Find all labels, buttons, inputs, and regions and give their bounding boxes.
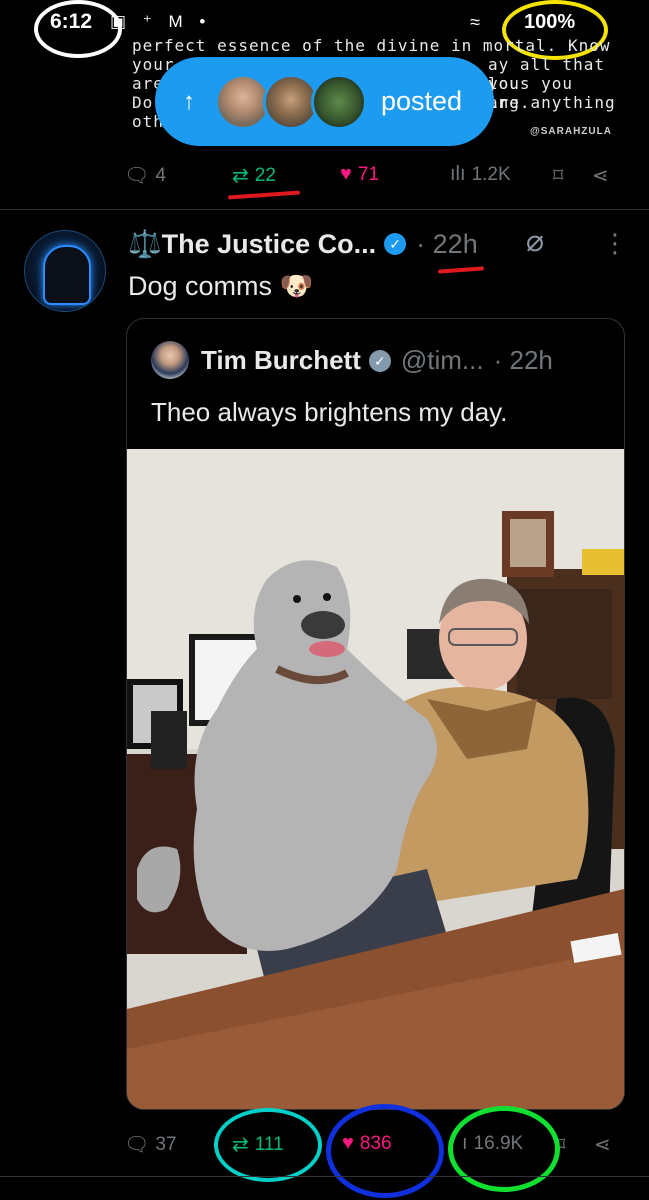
reply-icon: 🗨︎ bbox=[124, 165, 150, 187]
posted-label: posted bbox=[381, 86, 463, 116]
views-icon: ılı bbox=[450, 163, 466, 185]
photo-dog-and-man bbox=[127, 449, 624, 1109]
annotation-circle-views bbox=[448, 1106, 560, 1192]
verified-badge-icon: ✓ bbox=[384, 233, 407, 255]
poster-avatars bbox=[215, 73, 367, 130]
repost-button[interactable]: ⇄ 22 bbox=[232, 163, 276, 188]
avatar[interactable] bbox=[24, 230, 106, 312]
more-options-icon[interactable]: ⋮ bbox=[602, 228, 628, 259]
avatar bbox=[151, 341, 189, 379]
share-button[interactable]: ⋖ bbox=[594, 1132, 611, 1157]
reply-button[interactable]: 🗨︎ 4 bbox=[124, 163, 166, 188]
quoted-tweet[interactable]: Tim Burchett ✓ @tim... · 22h Theo always… bbox=[126, 318, 625, 1110]
quoted-handle: @tim... bbox=[400, 345, 484, 375]
notification-icons: ▣ ⁺ M • bbox=[110, 12, 212, 31]
bookmark-icon: ⌑ bbox=[553, 165, 564, 187]
verified-badge-icon: ✓ bbox=[368, 349, 391, 372]
image-text-right-3: ing anything bbox=[488, 93, 616, 112]
bookmark-button[interactable]: ⌑ bbox=[553, 163, 563, 188]
image-watermark: @SARAHZULA bbox=[530, 126, 612, 137]
reply-count: 37 bbox=[155, 1133, 177, 1155]
reply-button[interactable]: 🗨︎ 37 bbox=[124, 1132, 177, 1157]
quoted-time: · 22h bbox=[493, 345, 553, 375]
heart-icon: ♥ bbox=[340, 163, 352, 185]
reply-count: 4 bbox=[155, 164, 166, 186]
image-text-line-4: Do bbox=[132, 93, 154, 112]
tweet-time[interactable]: · 22h bbox=[416, 229, 478, 260]
share-icon: ⋖ bbox=[594, 1134, 611, 1156]
quoted-text: Theo always brightens my day. bbox=[151, 397, 508, 427]
tweet-text: Dog comms 🐶 bbox=[128, 271, 314, 301]
tweet-photo[interactable] bbox=[127, 449, 624, 1109]
arrow-up-icon: ↑ bbox=[183, 87, 195, 115]
new-posts-pill[interactable]: ↑ posted bbox=[155, 57, 494, 146]
repost-icon: ⇄ bbox=[232, 165, 249, 187]
annotation-circle-time bbox=[34, 0, 122, 58]
repost-count: 22 bbox=[254, 164, 276, 186]
annotation-circle-repost bbox=[214, 1108, 322, 1182]
annotation-underline bbox=[227, 190, 301, 200]
share-icon: ⋖ bbox=[592, 165, 609, 187]
image-text-line-1: perfect essence of the divine in mortal.… bbox=[132, 36, 611, 55]
grok-icon[interactable]: ⌀ bbox=[526, 224, 544, 259]
annotation-underline bbox=[437, 266, 485, 274]
hooded-figure-icon bbox=[43, 245, 91, 305]
divider bbox=[0, 209, 649, 210]
views-button[interactable]: ılı 1.2K bbox=[450, 163, 511, 186]
like-button[interactable]: ♥ 71 bbox=[340, 163, 379, 186]
like-count: 71 bbox=[357, 163, 380, 185]
avatar bbox=[311, 73, 367, 130]
quoted-header: Tim Burchett ✓ @tim... · 22h bbox=[201, 345, 553, 376]
annotation-circle-like bbox=[326, 1104, 444, 1198]
quoted-author-name: Tim Burchett bbox=[201, 345, 361, 375]
views-count: 1.2K bbox=[471, 163, 511, 185]
author-name[interactable]: ⚖️The Justice Co... bbox=[128, 228, 376, 260]
divider bbox=[0, 1176, 649, 1177]
reply-icon: 🗨︎ bbox=[124, 1134, 150, 1156]
tweet-header: ⚖️The Justice Co... ✓ · 22h bbox=[128, 228, 478, 260]
share-button[interactable]: ⋖ bbox=[592, 163, 609, 188]
